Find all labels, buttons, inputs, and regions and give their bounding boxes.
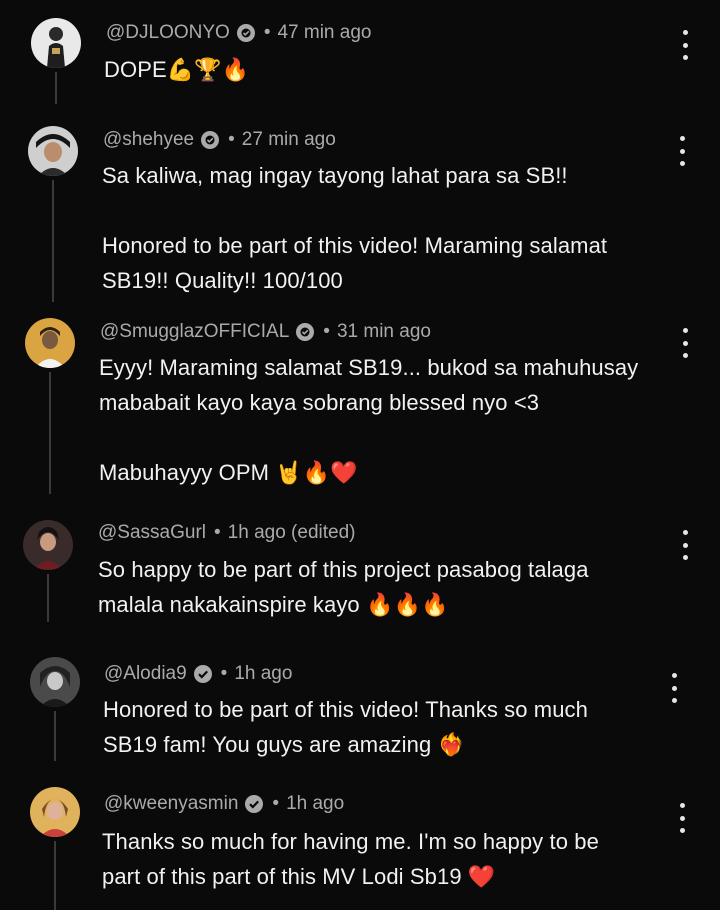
comment-text: Honored to be part of this video! Thanks… (103, 697, 588, 757)
more-options-icon[interactable] (675, 530, 695, 560)
comment-text: DOPE💪🏆🔥 (104, 57, 250, 82)
meta-separator: • (323, 321, 330, 342)
verified-creator-icon (201, 131, 220, 149)
thread-line (52, 180, 54, 302)
verified-creator-icon (296, 323, 315, 341)
comment-time: 27 min ago (241, 129, 336, 150)
meta-separator: • (263, 22, 271, 43)
comment-meta: @Alodia9 • 1h ago (104, 663, 292, 685)
thread-line (49, 372, 51, 494)
comment-time: 1h ago (286, 793, 345, 814)
more-options-icon[interactable] (675, 30, 695, 60)
verified-creator-icon (236, 24, 255, 42)
meta-separator: • (272, 793, 280, 814)
thread-line (47, 574, 49, 622)
avatar[interactable] (28, 126, 78, 176)
thread-line (54, 841, 56, 910)
meta-separator: • (220, 663, 228, 684)
comment-time: 47 min ago (277, 22, 372, 43)
comment-meta: @kweenyasmin • 1h ago (104, 793, 344, 815)
comment-author[interactable]: @DJLOONYO (106, 22, 230, 44)
thread-line (54, 711, 56, 761)
avatar[interactable] (30, 787, 80, 837)
comment-author[interactable]: @shehyee (103, 129, 194, 151)
meta-separator: • (228, 129, 235, 150)
comment-time: 1h ago (edited) (227, 522, 356, 543)
verified-check-icon (193, 665, 212, 683)
comment-text: Eyyy! Maraming salamat SB19... bukod sa … (99, 355, 639, 485)
thread-line (55, 72, 57, 104)
comment-time: 31 min ago (336, 321, 431, 342)
avatar[interactable] (25, 318, 75, 368)
more-options-icon[interactable] (672, 136, 692, 166)
comment-text: Sa kaliwa, mag ingay tayong lahat para s… (102, 163, 608, 293)
verified-check-icon (245, 795, 264, 813)
comment-meta: @SassaGurl • 1h ago (edited) (98, 522, 355, 544)
comment-meta: @SmugglazOFFICIAL • 31 min ago (100, 321, 431, 343)
comment-author[interactable]: @SassaGurl (98, 522, 206, 544)
more-options-icon[interactable] (672, 803, 692, 833)
avatar[interactable] (31, 18, 81, 68)
comment-meta: @DJLOONYO • 47 min ago (106, 22, 371, 44)
comment-author[interactable]: @kweenyasmin (104, 793, 238, 815)
avatar[interactable] (23, 520, 73, 570)
more-options-icon[interactable] (664, 673, 684, 703)
avatar[interactable] (30, 657, 80, 707)
comment-text: Thanks so much for having me. I'm so hap… (102, 829, 599, 889)
comment-time: 1h ago (234, 663, 293, 684)
meta-separator: • (214, 522, 221, 543)
comment-text: So happy to be part of this project pasa… (98, 557, 589, 617)
more-options-icon[interactable] (675, 328, 695, 358)
comment-meta: @shehyee • 27 min ago (103, 129, 336, 151)
comment-author[interactable]: @Alodia9 (104, 663, 187, 685)
comment-author[interactable]: @SmugglazOFFICIAL (100, 321, 289, 343)
